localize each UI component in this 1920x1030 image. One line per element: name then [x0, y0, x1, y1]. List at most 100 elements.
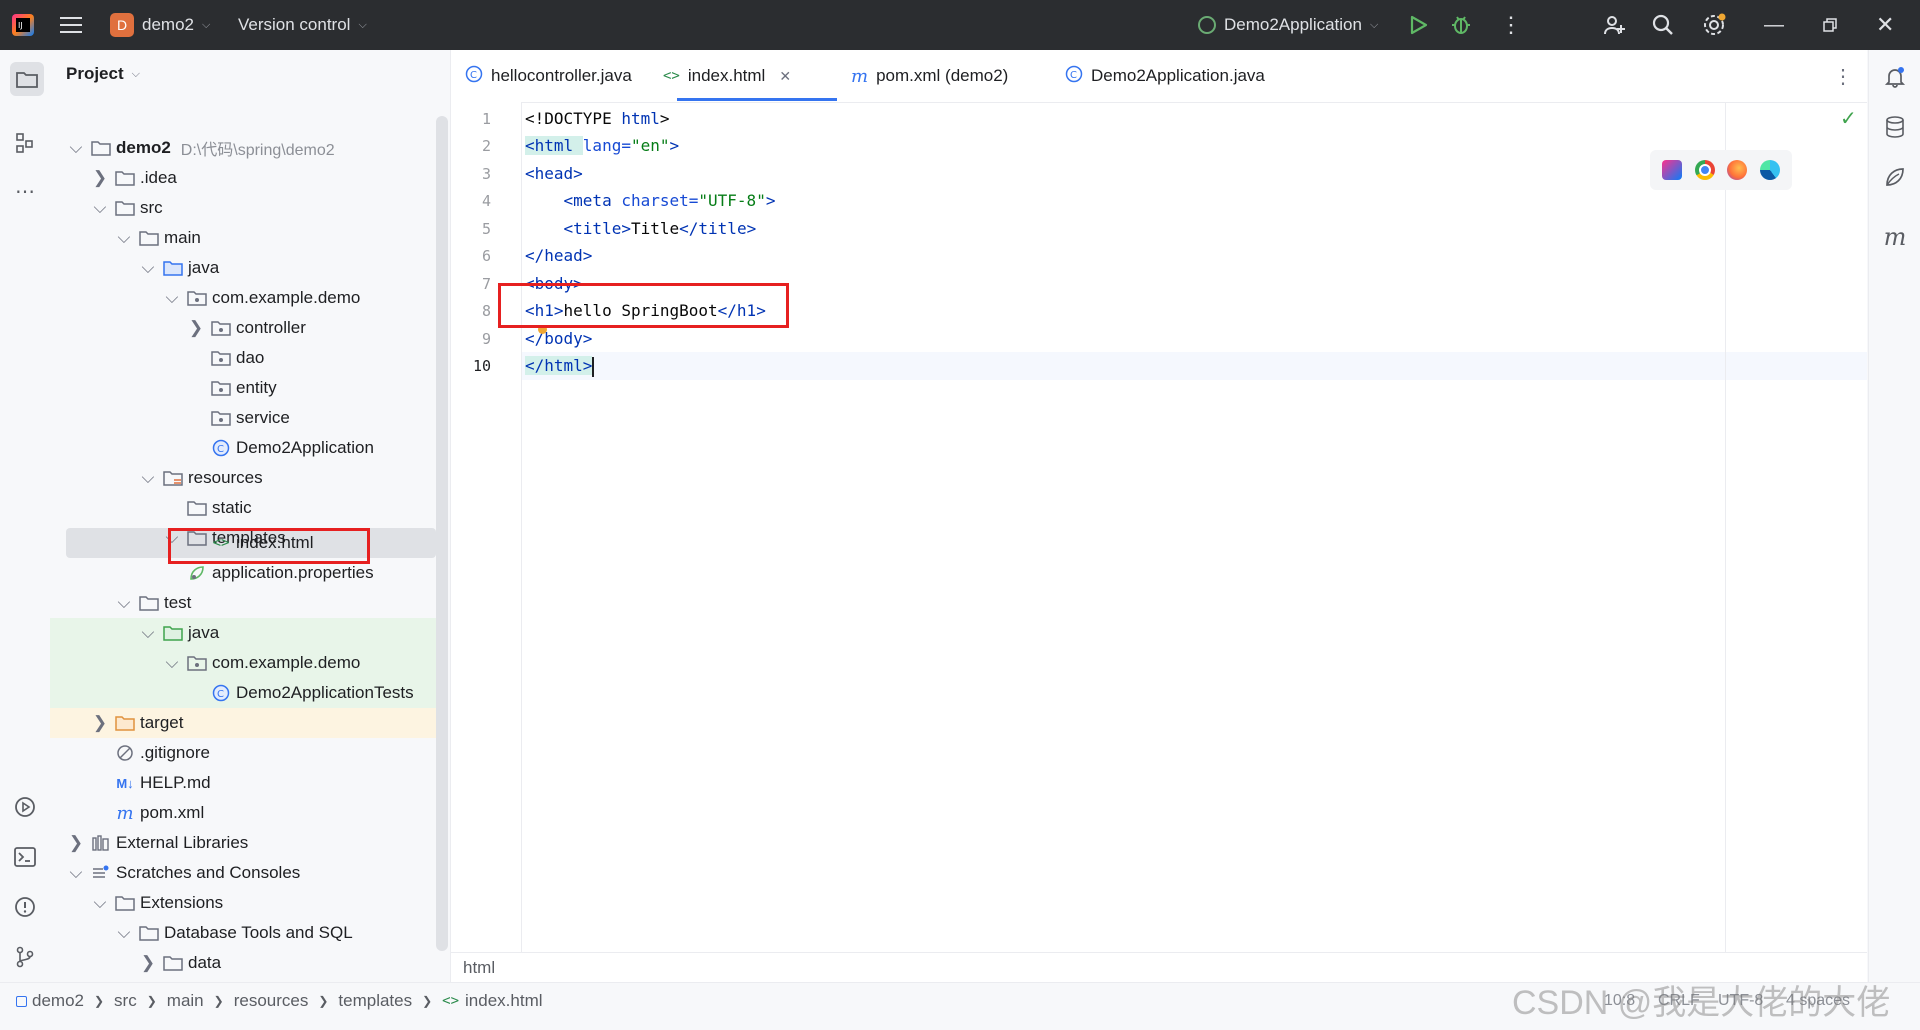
- edge-icon[interactable]: [1759, 160, 1780, 180]
- tree-item-static[interactable]: static: [50, 493, 450, 523]
- tab-index-html[interactable]: <> index.html ✕: [663, 50, 791, 102]
- project-folder-icon[interactable]: [10, 62, 44, 96]
- version-control-menu[interactable]: Version control ⌵: [238, 0, 367, 50]
- services-icon[interactable]: [10, 792, 40, 822]
- chevron-down-icon[interactable]: ⌵: [92, 198, 108, 217]
- close-window-icon[interactable]: ✕: [1876, 0, 1894, 50]
- chevron-down-icon[interactable]: ⌵: [140, 258, 156, 277]
- firefox-icon[interactable]: [1727, 160, 1748, 180]
- run-config-selector[interactable]: Demo2Application ⌵: [1198, 0, 1378, 50]
- breadcrumb-item[interactable]: resources: [234, 991, 309, 1011]
- editor-tabs: C hellocontroller.java <> index.html ✕ m…: [451, 50, 1867, 103]
- tree-item-extensions[interactable]: ⌵ Extensions: [50, 888, 450, 918]
- notifications-bell-icon[interactable]: [1880, 62, 1910, 92]
- more-actions-icon[interactable]: ⋮: [1500, 0, 1522, 50]
- chevron-down-icon[interactable]: ⌵: [164, 288, 180, 307]
- chrome-icon[interactable]: [1694, 160, 1715, 180]
- chevron-down-icon[interactable]: ⌵: [140, 468, 156, 487]
- tree-item-controller[interactable]: ❯ controller: [50, 313, 450, 343]
- breadcrumb-item[interactable]: index.html: [465, 991, 542, 1011]
- app-logo-icon[interactable]: IJ: [10, 0, 36, 50]
- restore-icon[interactable]: [1822, 0, 1838, 50]
- structure-icon[interactable]: [10, 128, 40, 158]
- chevron-right-icon[interactable]: ❯: [92, 168, 108, 187]
- chevron-right-icon[interactable]: ❯: [92, 713, 108, 732]
- breadcrumb-item[interactable]: main: [167, 991, 204, 1011]
- chevron-down-icon[interactable]: ⌵: [68, 138, 84, 157]
- close-tab-icon[interactable]: ✕: [779, 68, 791, 85]
- project-scrollbar[interactable]: [436, 116, 448, 951]
- tree-item-data[interactable]: ❯ data: [50, 948, 450, 978]
- terminal-icon[interactable]: [10, 842, 40, 872]
- project-name: demo2: [142, 15, 194, 34]
- inspection-ok-icon[interactable]: ✓: [1840, 106, 1857, 131]
- chevron-right-icon[interactable]: ❯: [68, 833, 84, 852]
- code-line-9[interactable]: </body>: [525, 325, 592, 353]
- tree-item-idea[interactable]: ❯ .idea: [50, 163, 450, 193]
- code-line-3[interactable]: <head>: [525, 160, 583, 188]
- tree-item-package[interactable]: ⌵ com.example.demo: [50, 283, 450, 313]
- tree-item-demo2application[interactable]: C Demo2Application: [50, 433, 450, 463]
- add-user-icon[interactable]: [1602, 0, 1626, 50]
- code-line-5[interactable]: <title>Title</title>: [525, 215, 757, 243]
- breadcrumb-item[interactable]: demo2: [32, 991, 84, 1011]
- tree-item-main[interactable]: ⌵ main: [50, 223, 450, 253]
- tab-hellocontroller[interactable]: C hellocontroller.java: [465, 50, 632, 102]
- breadcrumb-item[interactable]: templates: [338, 991, 412, 1011]
- chevron-right-icon[interactable]: ❯: [140, 953, 156, 972]
- main-menu-icon[interactable]: [60, 0, 82, 50]
- tree-item-target[interactable]: ❯ target: [50, 708, 450, 738]
- spring-leaf-icon[interactable]: [1880, 162, 1910, 192]
- tree-item-label: com.example.demo: [212, 653, 361, 672]
- chevron-right-icon[interactable]: ❯: [188, 318, 204, 337]
- debug-icon[interactable]: [1450, 0, 1472, 50]
- database-icon[interactable]: [1880, 112, 1910, 142]
- code-line-10[interactable]: </html>: [525, 352, 595, 380]
- tree-item-service[interactable]: service: [50, 403, 450, 433]
- tree-item-demo2[interactable]: ⌵ demo2 D:\代码\spring\demo2: [50, 133, 450, 163]
- tree-item-resources[interactable]: ⌵ resources: [50, 463, 450, 493]
- tree-item-help-md[interactable]: M↓ HELP.md: [50, 768, 450, 798]
- chevron-down-icon[interactable]: ⌵: [164, 653, 180, 672]
- tab-options-icon[interactable]: ⋮: [1833, 50, 1853, 102]
- chevron-down-icon[interactable]: ⌵: [116, 228, 132, 247]
- chevron-down-icon[interactable]: ⌵: [68, 863, 84, 882]
- problems-icon[interactable]: [10, 892, 40, 922]
- tree-item-external-libraries[interactable]: ❯ External Libraries: [50, 828, 450, 858]
- settings-gear-icon[interactable]: [1702, 0, 1726, 50]
- breadcrumb: demo2 ❯ src ❯ main ❯ resources ❯ templat…: [16, 983, 543, 1019]
- tree-item-test-java[interactable]: ⌵ java: [50, 618, 450, 648]
- run-icon[interactable]: [1410, 0, 1428, 50]
- maven-icon[interactable]: m: [1880, 222, 1910, 252]
- tree-item-database-tools[interactable]: ⌵ Database Tools and SQL: [50, 918, 450, 948]
- code-line-6[interactable]: </head>: [525, 242, 592, 270]
- code-line-2[interactable]: <html lang="en">: [525, 132, 679, 160]
- tree-item-test-package[interactable]: ⌵ com.example.demo: [50, 648, 450, 678]
- minimize-icon[interactable]: —: [1764, 0, 1784, 50]
- breadcrumb-item[interactable]: src: [114, 991, 137, 1011]
- more-tools-icon[interactable]: ⋯: [10, 176, 40, 206]
- chevron-down-icon[interactable]: ⌵: [140, 623, 156, 642]
- tab-demo2application[interactable]: C Demo2Application.java: [1065, 50, 1265, 102]
- tree-item-gitignore[interactable]: .gitignore: [50, 738, 450, 768]
- tree-item-entity[interactable]: entity: [50, 373, 450, 403]
- left-tool-strip: ⋯: [0, 50, 51, 982]
- chevron-down-icon[interactable]: ⌵: [116, 923, 132, 942]
- project-switcher[interactable]: D demo2 ⌵: [110, 0, 210, 50]
- chevron-down-icon[interactable]: ⌵: [92, 893, 108, 912]
- project-panel-header[interactable]: Project ⌵: [66, 64, 140, 84]
- search-icon[interactable]: [1652, 0, 1674, 50]
- tree-item-pom-xml[interactable]: m pom.xml: [50, 798, 450, 828]
- git-icon[interactable]: [10, 942, 40, 972]
- code-line-4[interactable]: <meta charset="UTF-8">: [525, 187, 776, 215]
- tree-item-src[interactable]: ⌵ src: [50, 193, 450, 223]
- tree-item-main-java[interactable]: ⌵ java: [50, 253, 450, 283]
- intellij-browser-icon[interactable]: [1662, 160, 1683, 180]
- code-line-1[interactable]: <!DOCTYPE html>: [525, 105, 670, 133]
- tree-item-scratches[interactable]: ⌵ Scratches and Consoles: [50, 858, 450, 888]
- tab-pom-xml[interactable]: m pom.xml (demo2): [851, 50, 1008, 102]
- chevron-down-icon[interactable]: ⌵: [116, 593, 132, 612]
- tree-item-test[interactable]: ⌵ test: [50, 588, 450, 618]
- tree-item-dao[interactable]: dao: [50, 343, 450, 373]
- tree-item-demo2applicationtests[interactable]: C Demo2ApplicationTests: [50, 678, 450, 708]
